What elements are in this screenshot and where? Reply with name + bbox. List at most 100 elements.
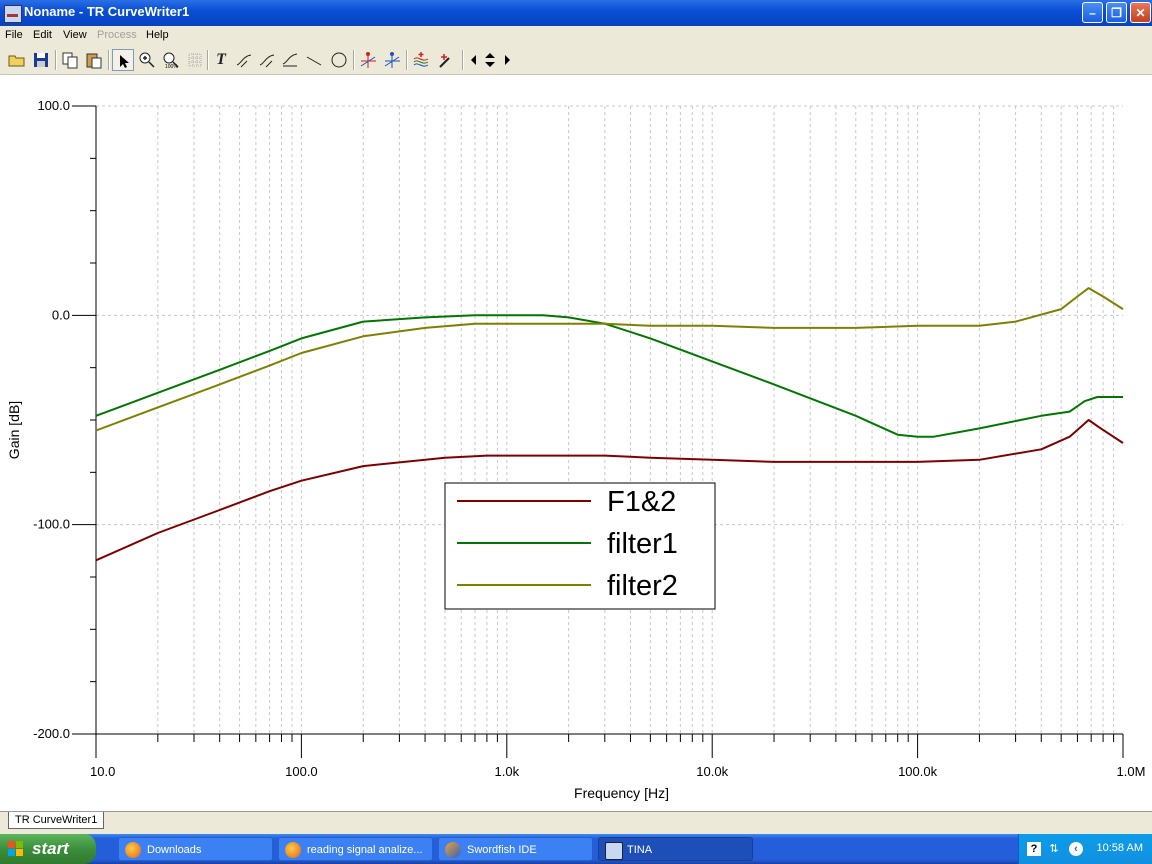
nav-right-icon	[505, 55, 510, 65]
menu-file[interactable]: File	[5, 29, 23, 41]
grid-button[interactable]	[184, 49, 206, 71]
toolbar: 100% T	[0, 46, 1152, 75]
menu-edit[interactable]: Edit	[33, 29, 52, 41]
axis-label-button[interactable]	[279, 49, 301, 71]
task-swordfish[interactable]: Swordfish IDE	[438, 837, 593, 861]
app-icon	[4, 5, 22, 23]
x-tick-label: 1.0M	[1117, 764, 1146, 779]
tina-icon	[605, 842, 623, 860]
marker-icon	[439, 54, 450, 68]
axis-label-icon	[282, 53, 298, 67]
swordfish-icon	[445, 842, 461, 858]
pointer-icon	[120, 55, 129, 68]
start-button[interactable]: start	[0, 834, 96, 864]
grid-icon	[188, 53, 202, 67]
restore-button[interactable]: ❐	[1106, 2, 1127, 23]
x-tick-label: 10.0	[90, 764, 115, 779]
system-tray: ? ⇅ ‹ 10:58 AM	[1018, 834, 1152, 864]
task-tina[interactable]: TINA	[598, 837, 753, 861]
nav-updown-icon	[485, 53, 495, 67]
restore-icon: ❐	[1111, 6, 1122, 20]
task-label: Downloads	[147, 844, 202, 856]
menu-view[interactable]: View	[63, 29, 87, 41]
series-line-filter1[interactable]	[95, 314, 1123, 438]
close-icon: ✕	[1135, 6, 1146, 20]
open-button[interactable]	[6, 49, 28, 71]
menu-process[interactable]: Process	[97, 29, 137, 41]
cursor-b-icon	[384, 52, 400, 68]
nav-left-button[interactable]	[468, 49, 480, 71]
y-tick-label: -200.0	[33, 726, 70, 741]
task-label: reading signal analize...	[307, 844, 423, 856]
curve-label-button[interactable]	[233, 49, 255, 71]
curves-icon	[413, 52, 429, 67]
zoom-in-icon	[139, 52, 155, 68]
tab-strip: TR CurveWriter1	[0, 811, 1152, 830]
title-bar[interactable]: Noname - TR CurveWriter1 – ❐ ✕	[0, 0, 1152, 26]
zoom-in-button[interactable]	[136, 49, 158, 71]
svg-text:100%: 100%	[165, 64, 178, 69]
legend-label: filter1	[607, 528, 678, 560]
text-button[interactable]: T	[210, 49, 232, 71]
text-icon: T	[216, 51, 226, 68]
task-downloads[interactable]: Downloads	[118, 837, 273, 861]
task-label: TINA	[627, 844, 653, 856]
close-button[interactable]: ✕	[1130, 2, 1151, 23]
y-tick-label: -100.0	[33, 517, 70, 532]
nav-updown-button[interactable]	[481, 49, 499, 71]
clock: 10:58 AM	[1096, 842, 1143, 854]
minimize-icon: –	[1089, 6, 1096, 20]
paste-icon	[86, 53, 102, 69]
circle-button[interactable]	[328, 49, 350, 71]
open-icon	[8, 55, 25, 67]
nav-right-button[interactable]	[501, 49, 513, 71]
save-button[interactable]	[30, 49, 52, 71]
bode-plot[interactable]: 100.0 0.0 -100.0 -200.0 10.0 100.0 1.0k 10.0k 10…	[0, 75, 1152, 811]
menu-help[interactable]: Help	[146, 29, 169, 41]
y-tick-label: 100.0	[37, 98, 70, 113]
task-label: Swordfish IDE	[467, 844, 537, 856]
taskbar: start Downloads reading signal analize..…	[0, 834, 1152, 864]
chevron-left-icon[interactable]: ‹	[1069, 842, 1083, 856]
help-icon[interactable]: ?	[1027, 842, 1041, 856]
paste-button[interactable]	[83, 49, 105, 71]
curve-label-2-icon	[259, 54, 275, 68]
chart-area[interactable]: 100.0 0.0 -100.0 -200.0 10.0 100.0 1.0k 10.0k 10…	[0, 75, 1152, 811]
curves-button[interactable]	[410, 49, 432, 71]
copy-icon	[62, 52, 78, 69]
minimize-button[interactable]: –	[1082, 2, 1103, 23]
windows-logo-icon	[8, 841, 24, 857]
legend-label: filter2	[607, 570, 678, 602]
zoom-100-button[interactable]: 100%	[160, 49, 182, 71]
y-tick-label: 0.0	[52, 307, 70, 322]
copy-button[interactable]	[59, 49, 81, 71]
x-tick-label: 1.0k	[495, 764, 520, 779]
menu-bar: File Edit View Process Help	[0, 26, 1152, 45]
nav-left-icon	[471, 55, 476, 65]
start-label: start	[32, 839, 69, 858]
cursor-a-icon	[360, 52, 376, 68]
x-tick-label: 100.0k	[898, 764, 938, 779]
marker-button[interactable]	[435, 49, 457, 71]
line-button[interactable]	[303, 49, 325, 71]
cursor-b-button[interactable]	[381, 49, 403, 71]
network-icon[interactable]: ⇅	[1047, 842, 1061, 856]
curve-label-icon	[236, 54, 252, 68]
tab-curvewriter[interactable]: TR CurveWriter1	[8, 812, 105, 829]
firefox-icon	[125, 842, 141, 858]
task-reading-signal[interactable]: reading signal analize...	[278, 837, 433, 861]
window-title: Noname - TR CurveWriter1	[24, 4, 190, 19]
zoom-100-icon: 100%	[163, 52, 179, 70]
line-icon	[306, 56, 322, 66]
circle-icon	[331, 52, 347, 68]
legend-label: F1&2	[607, 486, 676, 518]
cursor-a-button[interactable]	[357, 49, 379, 71]
curve-label-2-button[interactable]	[256, 49, 278, 71]
x-axis-label: Frequency [Hz]	[574, 785, 669, 801]
pointer-button[interactable]	[112, 49, 134, 71]
x-tick-label: 10.0k	[696, 764, 728, 779]
save-icon	[34, 53, 48, 67]
y-axis-label: Gain [dB]	[6, 401, 22, 459]
firefox-icon	[285, 842, 301, 858]
x-tick-label: 100.0	[285, 764, 318, 779]
